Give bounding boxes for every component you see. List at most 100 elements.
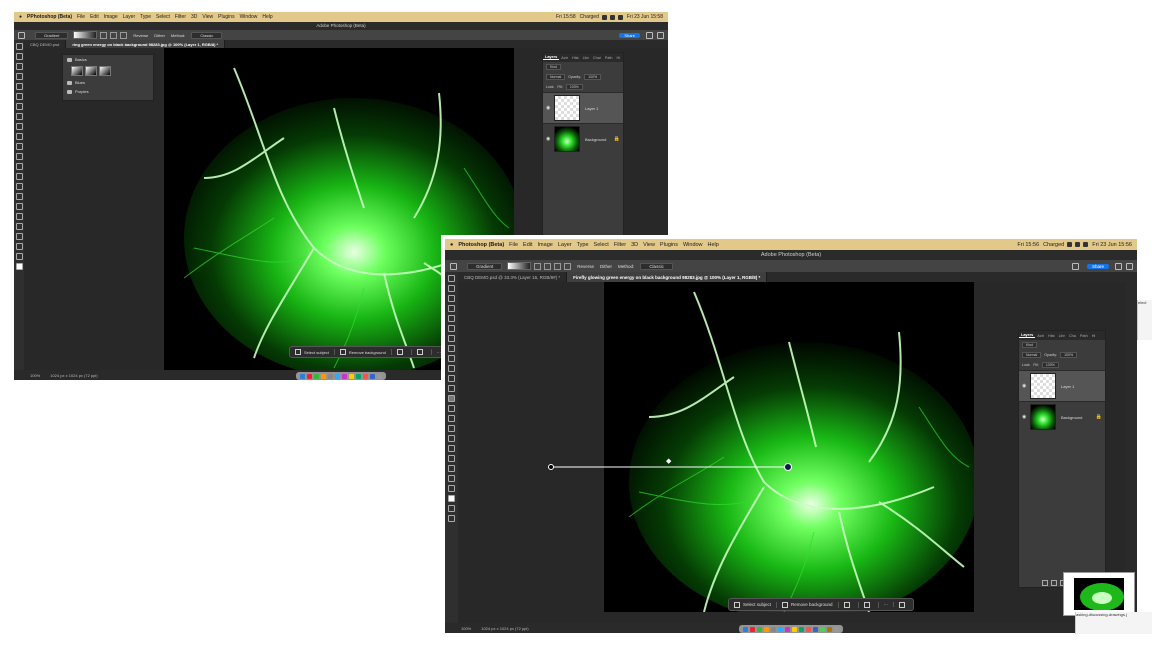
wifi-icon[interactable] — [1067, 242, 1073, 247]
preset-group-purples[interactable]: Purples — [63, 87, 153, 96]
app-icon[interactable] — [750, 626, 755, 632]
zoom-level[interactable]: 100% — [30, 373, 40, 378]
app-icon[interactable] — [785, 626, 790, 632]
eraser-tool-icon[interactable] — [15, 153, 23, 160]
app-icon[interactable] — [363, 373, 368, 379]
frame-tool-icon[interactable] — [15, 93, 23, 100]
menu-file[interactable]: File — [509, 242, 518, 248]
remove-background-button[interactable]: Remove background — [335, 349, 392, 355]
method-select[interactable]: Classic — [191, 31, 223, 39]
menu-help[interactable]: Help — [262, 14, 272, 20]
eraser-tool-icon[interactable] — [448, 385, 455, 392]
eye-icon[interactable]: ◉ — [546, 105, 551, 111]
pen-tool-icon[interactable] — [448, 425, 455, 432]
color-swatches-icon[interactable] — [15, 263, 23, 270]
tab-history[interactable]: Hist — [1046, 334, 1057, 338]
blend-mode-select[interactable]: Normal — [1022, 352, 1042, 358]
crop-tool-icon[interactable] — [448, 315, 455, 322]
gradient-swatch-3[interactable] — [99, 66, 111, 76]
date-label[interactable]: Fri 23 Jun 15:58 — [627, 14, 663, 20]
app-icon[interactable] — [757, 626, 762, 632]
tab-libraries[interactable]: Libr — [581, 56, 591, 60]
quick-mask-icon[interactable] — [448, 505, 455, 512]
history-brush-icon[interactable] — [15, 143, 23, 150]
angle-gradient-icon[interactable] — [120, 31, 128, 39]
color-swatches-icon[interactable] — [448, 495, 455, 502]
tab-paths[interactable]: Path — [603, 56, 615, 60]
lasso-tool-icon[interactable] — [448, 295, 455, 302]
type-tool-icon[interactable] — [15, 203, 23, 210]
menu-view[interactable]: View — [202, 14, 213, 20]
menu-edit[interactable]: Edit — [523, 242, 532, 248]
marquee-tool-icon[interactable] — [15, 53, 23, 60]
apple-icon[interactable]: ● — [14, 14, 27, 20]
finder-icon[interactable] — [743, 626, 748, 632]
zoom-tool-icon[interactable] — [15, 243, 23, 250]
wifi-icon[interactable] — [601, 14, 607, 20]
menu-select[interactable]: Select — [156, 14, 170, 20]
mask-button[interactable] — [412, 349, 432, 355]
radial-gradient-icon[interactable] — [544, 262, 552, 270]
tab-actions[interactable]: Actr — [1035, 334, 1046, 338]
gradient-tool-icon[interactable] — [448, 395, 455, 402]
layer-row-background[interactable]: ◉ Background 🔒 — [543, 123, 623, 154]
home-icon[interactable] — [450, 262, 457, 270]
menu-help[interactable]: Help — [708, 242, 719, 248]
navigator-thumbnail[interactable] — [1063, 572, 1135, 616]
kind-filter-select[interactable]: Kind — [1022, 342, 1038, 348]
app-icon[interactable] — [342, 373, 347, 379]
tab-energy-image[interactable]: ring green energy on black background 98… — [66, 40, 226, 48]
path-select-icon[interactable] — [448, 445, 455, 452]
tab-channels[interactable]: Cha — [1067, 334, 1078, 338]
menu-filter[interactable]: Filter — [175, 14, 186, 20]
menu-window[interactable]: Window — [683, 242, 703, 248]
healing-tool-icon[interactable] — [15, 113, 23, 120]
menu-edit[interactable]: Edit — [90, 14, 99, 20]
menu-type[interactable]: Type — [577, 242, 589, 248]
app-icon[interactable] — [314, 373, 319, 379]
control-center-icon[interactable] — [617, 14, 623, 20]
search-icon[interactable] — [609, 14, 615, 20]
zoom-level[interactable]: 100% — [461, 626, 471, 631]
search-icon[interactable] — [1115, 262, 1122, 270]
share-button[interactable]: Share — [619, 32, 640, 38]
layer-row-layer1[interactable]: ◉ Layer 1 — [543, 92, 623, 123]
eyedropper-tool-icon[interactable] — [448, 335, 455, 342]
apple-icon[interactable]: ● — [445, 242, 458, 248]
task-bar-settings[interactable] — [894, 601, 913, 608]
share-button[interactable]: Share — [1086, 263, 1109, 269]
method-select[interactable]: Classic — [640, 262, 673, 270]
app-icon[interactable] — [328, 373, 333, 379]
object-select-tool-icon[interactable] — [15, 73, 23, 80]
marquee-tool-icon[interactable] — [448, 285, 455, 292]
fill-field[interactable]: 100% — [1041, 362, 1059, 368]
menu-layer[interactable]: Layer — [558, 242, 572, 248]
menu-3d[interactable]: 3D — [191, 14, 197, 20]
gradient-swatch[interactable] — [507, 262, 532, 270]
menu-plugins[interactable]: Plugins — [218, 14, 234, 20]
opacity-field[interactable]: 100% — [584, 74, 602, 80]
menu-type[interactable]: Type — [140, 14, 151, 20]
date-label[interactable]: Fri 23 Jun 15:56 — [1092, 242, 1132, 248]
transform-button[interactable] — [839, 601, 859, 608]
blur-tool-icon[interactable] — [15, 173, 23, 180]
tool-preset-select[interactable]: Gradient — [35, 31, 69, 39]
eye-icon[interactable]: ◉ — [1022, 383, 1027, 389]
kind-filter-select[interactable]: Kind — [546, 64, 562, 70]
gradient-tool-icon[interactable] — [15, 163, 23, 170]
blend-mode-select[interactable]: Normal — [546, 74, 566, 80]
stamp-tool-icon[interactable] — [448, 365, 455, 372]
app-icon[interactable] — [356, 373, 361, 379]
linear-gradient-icon[interactable] — [100, 31, 108, 39]
tab-libraries[interactable]: Libr — [1057, 334, 1067, 338]
shape-tool-icon[interactable] — [15, 223, 23, 230]
hand-tool-icon[interactable] — [448, 465, 455, 472]
history-brush-icon[interactable] — [448, 375, 455, 382]
opacity-field[interactable]: 100% — [1060, 352, 1078, 358]
app-icon[interactable] — [820, 626, 825, 632]
user-icon[interactable] — [1071, 262, 1079, 270]
tab-history[interactable]: Hist — [570, 56, 581, 60]
layer-style-icon[interactable] — [1051, 580, 1057, 586]
hand-tool-icon[interactable] — [15, 233, 23, 240]
app-menu[interactable]: PPhotoshop (Beta) — [27, 14, 72, 20]
